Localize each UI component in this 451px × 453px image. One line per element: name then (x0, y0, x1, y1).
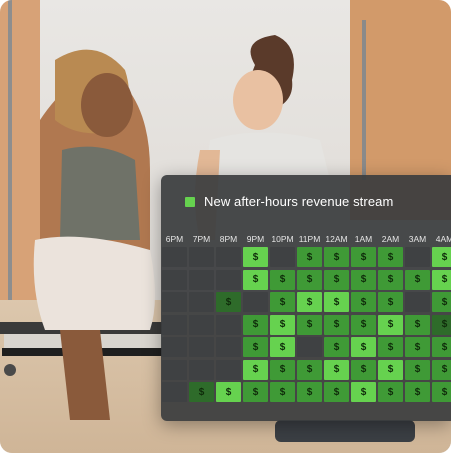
heatmap-cell: $ (189, 382, 214, 402)
hour-label: 10PM (271, 234, 294, 244)
heatmap-cell (189, 314, 214, 335)
hour-label: 12AM (325, 234, 348, 244)
heatmap-cell: $ (432, 337, 451, 357)
heatmap-cell: $ (378, 359, 403, 380)
heatmap-cell: $ (351, 247, 376, 267)
heatmap-cell: $ (243, 269, 268, 290)
heatmap-cell (162, 337, 187, 357)
heatmap-cell: $ (405, 359, 430, 380)
heatmap-cell: $ (378, 314, 403, 335)
heatmap-cell: $ (324, 247, 349, 267)
heatmap-cell: $ (270, 269, 295, 290)
hour-label: 8PM (219, 234, 238, 244)
heatmap-cell (405, 292, 430, 312)
heatmap-cell (162, 314, 187, 335)
heatmap-cell (189, 269, 214, 290)
heatmap-cell: $ (270, 314, 295, 335)
heatmap-cell: $ (405, 314, 430, 335)
heatmap-cell: $ (378, 247, 403, 267)
heatmap-cell: $ (378, 292, 403, 312)
heatmap-cell: $ (432, 247, 451, 267)
heatmap-cell: $ (297, 314, 322, 335)
heatmap-cell: $ (351, 292, 376, 312)
hour-label: 3AM (408, 234, 427, 244)
heatmap-cell: $ (324, 337, 349, 357)
heatmap-cell: $ (243, 337, 268, 357)
heatmap-cell: $ (378, 337, 403, 357)
heatmap-cell: $ (270, 337, 295, 357)
hour-label: 2AM (381, 234, 400, 244)
heatmap-cell: $ (351, 382, 376, 402)
heatmap-cell: $ (270, 382, 295, 402)
heatmap-cell (162, 269, 187, 290)
heatmap-cell (189, 292, 214, 312)
legend: New after-hours revenue stream (185, 194, 393, 209)
heatmap-grid: $ $ $ $ $ $ $ $ $ $ $ $ $ $ $ $ $ $ $ $ $ $ $ $ $ $ $ $ $ $ $ $ $ $ $ $ $ $ $ $… (161, 247, 451, 417)
heatmap-cell (297, 337, 322, 357)
heatmap-cell (216, 247, 241, 267)
heatmap-cell: $ (243, 359, 268, 380)
heatmap-cell: $ (351, 359, 376, 380)
heatmap-cell: $ (351, 269, 376, 290)
heatmap-cell (189, 359, 214, 380)
heatmap-cell: $ (270, 359, 295, 380)
heatmap-cell: $ (216, 382, 241, 402)
heatmap-cell (162, 292, 187, 312)
hour-label: 11PM (298, 234, 321, 244)
heatmap-cell: $ (324, 359, 349, 380)
heatmap-cell (216, 359, 241, 380)
hour-label: 1AM (354, 234, 373, 244)
heatmap-cell: $ (324, 292, 349, 312)
heatmap-cell: $ (405, 382, 430, 402)
heatmap-cell: $ (405, 269, 430, 290)
legend-swatch (185, 196, 195, 207)
heatmap-cell: $ (243, 382, 268, 402)
heatmap-cell (162, 359, 187, 380)
heatmap-cell: $ (432, 269, 451, 290)
heatmap-cell: $ (324, 269, 349, 290)
heatmap-cell (162, 247, 187, 267)
heatmap-cell: $ (297, 292, 322, 312)
heatmap-cell: $ (324, 382, 349, 402)
hour-label: 9PM (246, 234, 265, 244)
heatmap-cell: $ (243, 314, 268, 335)
heatmap-cell: $ (270, 292, 295, 312)
heatmap-cell: $ (297, 382, 322, 402)
heatmap-cell (270, 247, 295, 267)
hour-label: 4AM (435, 234, 451, 244)
heatmap-cell (405, 247, 430, 267)
heatmap-cell (162, 382, 187, 402)
heatmap-cell (189, 337, 214, 357)
revenue-heatmap-card: New after-hours revenue stream 6PM 7PM 8PM… (161, 175, 451, 421)
heatmap-cell: $ (378, 382, 403, 402)
promo-image: New after-hours revenue stream 6PM 7PM 8PM… (0, 0, 451, 453)
heatmap-cell: $ (351, 337, 376, 357)
hour-axis: 6PM 7PM 8PM 9PM 10PM 11PM 12AM 1AM 2AM 3AM 4AM (161, 234, 451, 248)
legend-label: New after-hours revenue stream (204, 194, 394, 209)
heatmap-cell: $ (297, 247, 322, 267)
heatmap-cell: $ (297, 359, 322, 380)
heatmap-cell: $ (324, 314, 349, 335)
heatmap-cell (189, 247, 214, 267)
heatmap-cell: $ (216, 292, 241, 312)
heatmap-cell (216, 337, 241, 357)
heatmap-cell: $ (297, 269, 322, 290)
heatmap-cell: $ (378, 269, 403, 290)
heatmap-cell: $ (432, 292, 451, 312)
heatmap-cell (216, 269, 241, 290)
hour-label: 6PM (165, 234, 184, 244)
heatmap-cell: $ (405, 337, 430, 357)
heatmap-cell: $ (432, 359, 451, 380)
heatmap-cell: $ (432, 382, 451, 402)
heatmap-cell (243, 292, 268, 312)
heatmap-cell (216, 314, 241, 335)
heatmap-cell: $ (243, 247, 268, 267)
heatmap-cell: $ (432, 314, 451, 335)
hour-label: 7PM (192, 234, 211, 244)
heatmap-cell: $ (351, 314, 376, 335)
